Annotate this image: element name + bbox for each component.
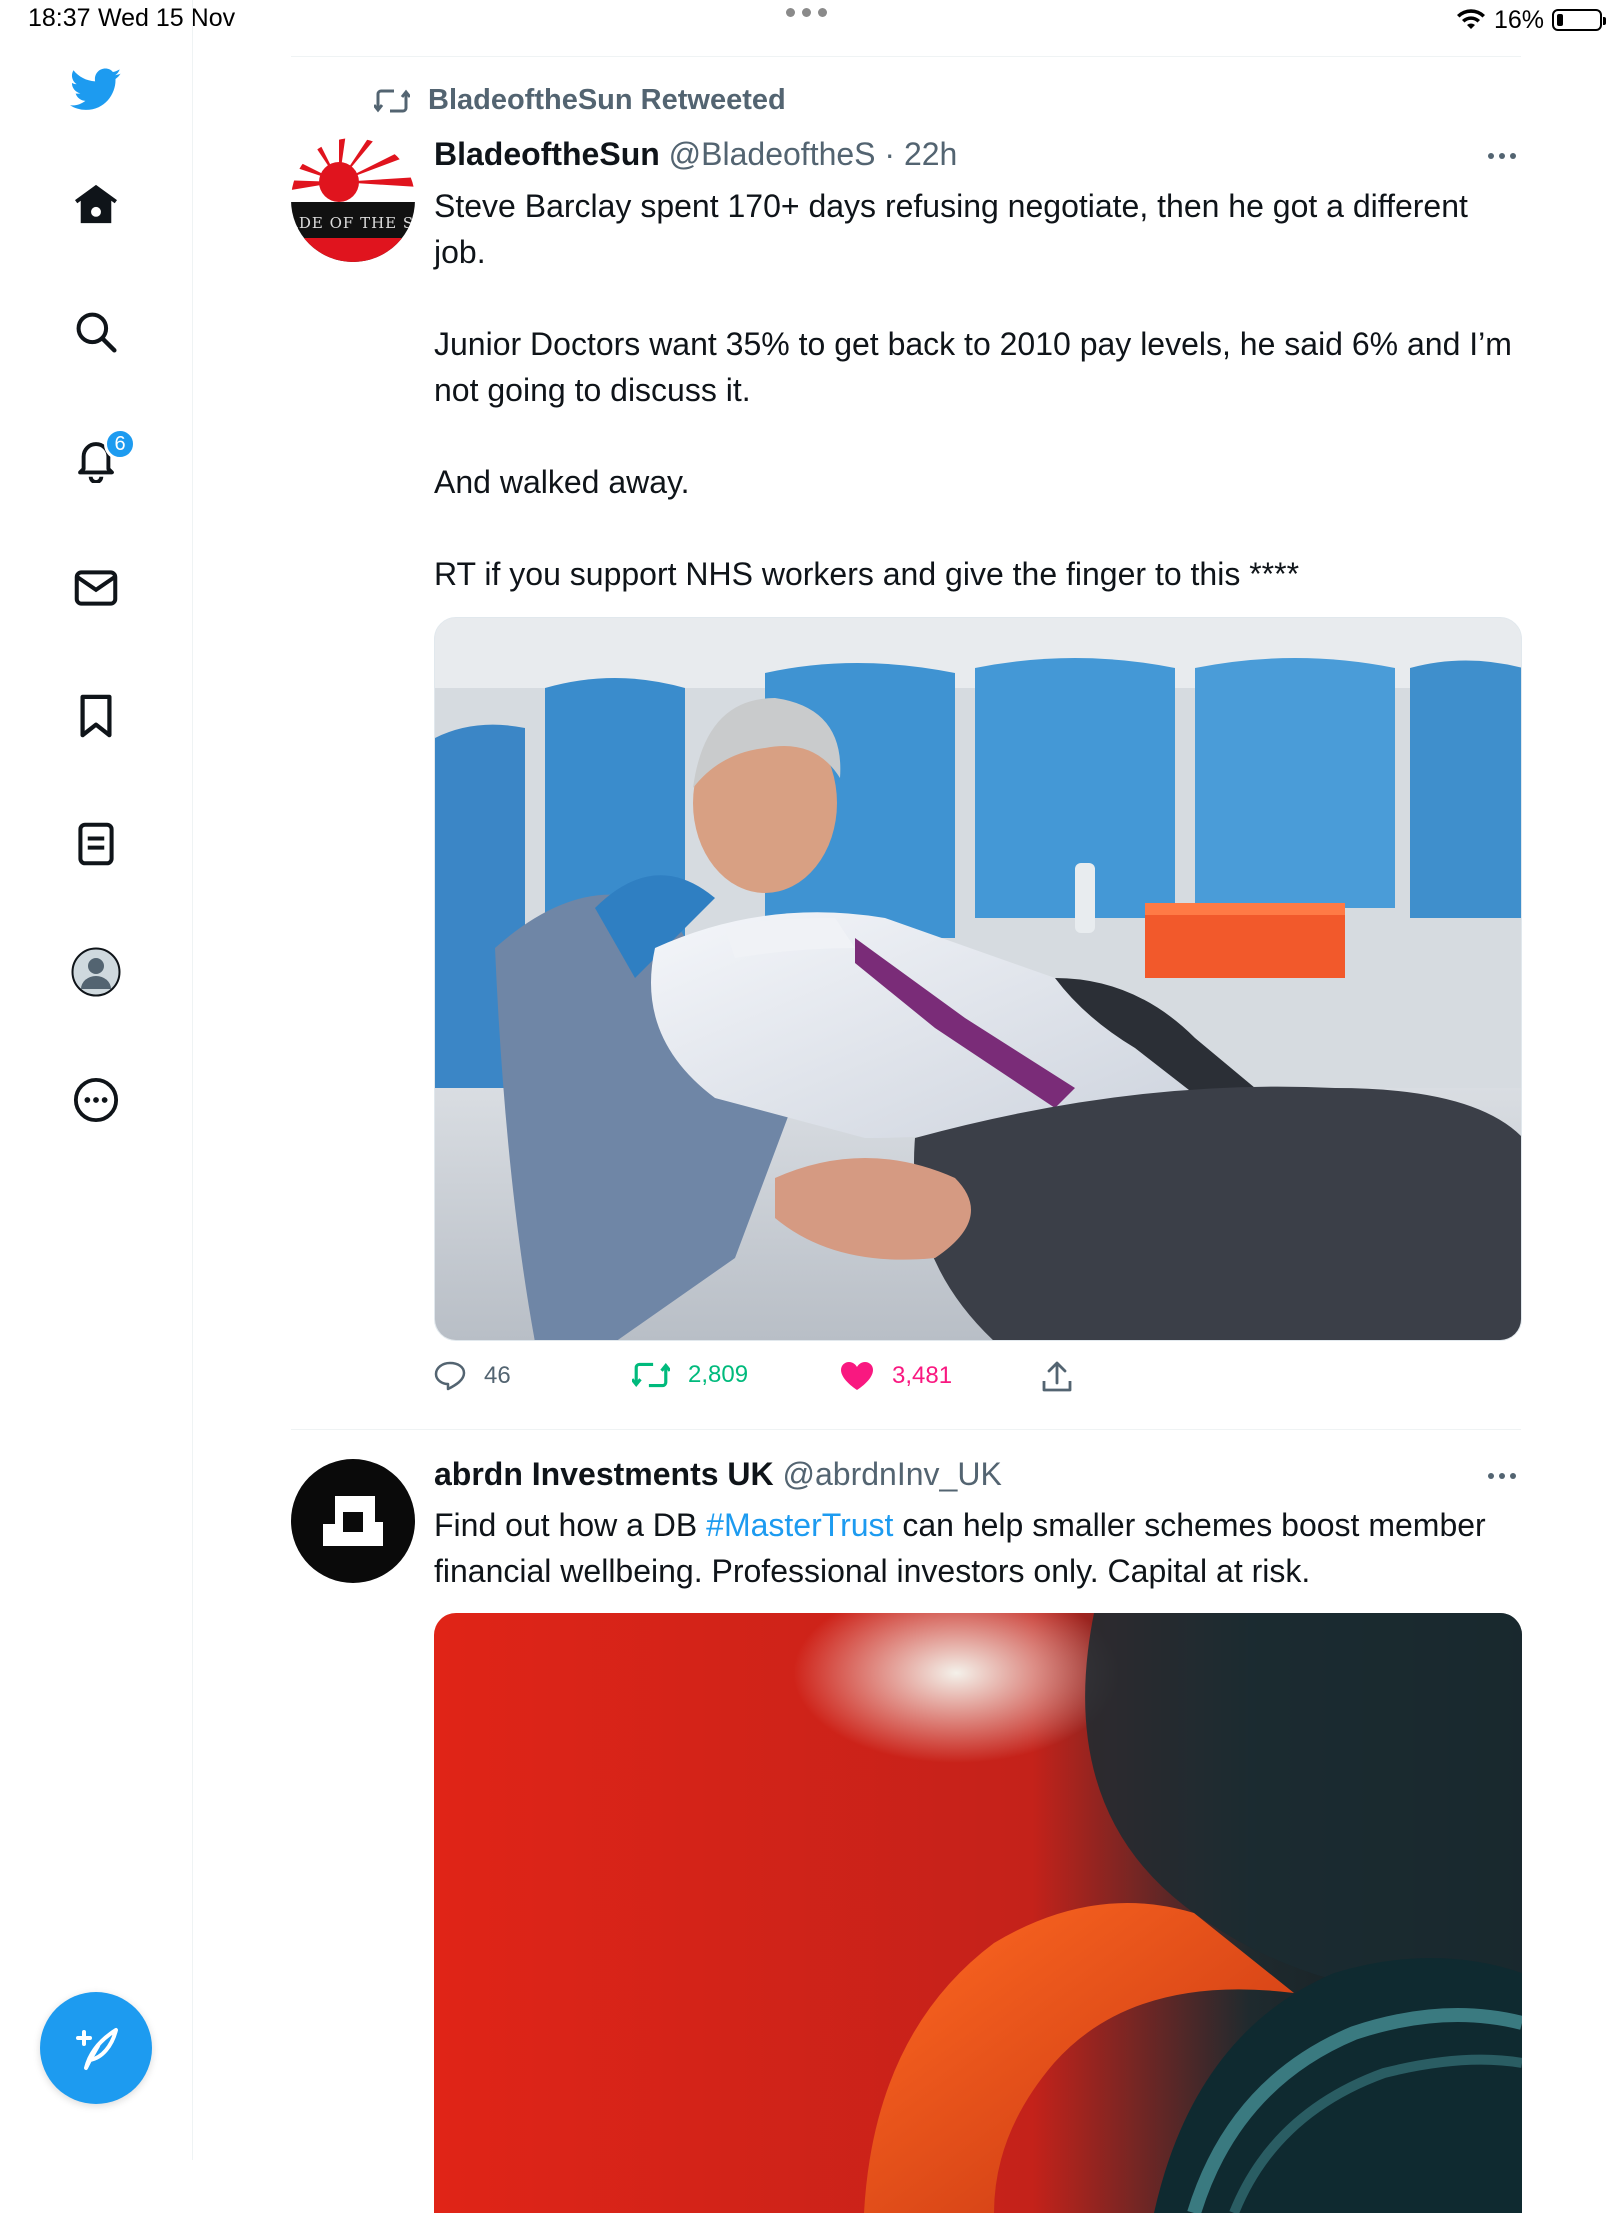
reply-button[interactable]: 46 [434,1361,511,1391]
tweet-paragraph: RT if you support NHS workers and give t… [434,556,1300,592]
wifi-icon [1456,9,1485,29]
multitasking-dots-icon[interactable] [786,8,827,17]
tweet-header: abrdn Investments UK @abrdnInv_UK [434,1456,1002,1493]
tweet-actions: 46 2,809 3,481 [434,1361,1084,1401]
author-handle[interactable]: @BladeoftheS [669,136,876,172]
tweet-text: Steve Barclay spent 170+ days refusing n… [434,183,1514,597]
list-icon[interactable] [64,812,128,876]
heart-icon [841,1362,873,1390]
compose-tweet-button[interactable] [40,1992,152,2104]
author-name[interactable]: abrdn Investments UK [434,1456,774,1492]
retweet-icon [374,89,410,112]
tweet-paragraph: And walked away. [434,464,690,500]
tweet-divider [291,1429,1521,1430]
author-name[interactable]: BladeoftheSun [434,136,660,172]
bookmark-icon[interactable] [64,684,128,748]
avatar[interactable]: BLADE OF THE SUN [291,138,415,262]
battery-percent: 16% [1493,5,1544,34]
more-options-icon[interactable] [1488,146,1528,166]
retweet-count: 2,809 [688,1361,749,1388]
share-button[interactable] [1042,1361,1072,1393]
tweet-paragraph: Junior Doctors want 35% to get back to 2… [434,326,1512,408]
author-handle[interactable]: @abrdnInv_UK [783,1456,1002,1492]
like-button[interactable]: 3,481 [840,1361,952,1391]
notification-badge: 6 [104,428,136,460]
mail-icon[interactable] [64,556,128,620]
more-options-icon[interactable] [1488,1466,1528,1486]
retweet-button[interactable]: 2,809 [632,1361,748,1389]
timeline-top-border [291,56,1521,57]
hashtag-link[interactable]: #MasterTrust [706,1507,893,1543]
profile-icon[interactable] [64,940,128,1004]
tweet-time[interactable]: 22h [904,136,957,172]
share-icon [1042,1361,1072,1392]
avatar[interactable] [291,1459,415,1583]
reply-count: 46 [484,1362,511,1389]
retweet-context: BladeoftheSun Retweeted [374,84,786,117]
tweet-media-photo[interactable] [434,1613,1522,2213]
more-circle-icon[interactable] [64,1068,128,1132]
abrdn-logo-icon [323,1496,383,1546]
battery-icon [1552,9,1606,31]
search-icon[interactable] [64,300,128,364]
avatar-image: BLADE OF THE SUN [291,138,415,262]
tweet-header: BladeoftheSun @BladeoftheS · 22h [434,136,957,173]
tweet-text: Find out how a DB #MasterTrust can help … [434,1502,1534,1594]
tweet-media-photo[interactable] [434,617,1522,1341]
twitter-logo-icon[interactable] [64,58,128,122]
like-count: 3,481 [892,1362,953,1389]
reply-icon [434,1361,466,1391]
tweet-paragraph: Steve Barclay spent 170+ days refusing n… [434,188,1468,270]
retweeted-by-label: BladeoftheSun Retweeted [428,84,786,116]
status-right: 16% [1456,2,1606,38]
tweet-text-part: Find out how a DB [434,1507,707,1543]
compose-tweet-icon [76,2028,118,2070]
sidebar: 6 [0,0,193,2160]
home-icon[interactable] [64,172,128,236]
retweet-icon [632,1362,670,1388]
avatar-text: BLADE OF THE SUN [291,214,415,232]
separator: · [884,136,896,172]
